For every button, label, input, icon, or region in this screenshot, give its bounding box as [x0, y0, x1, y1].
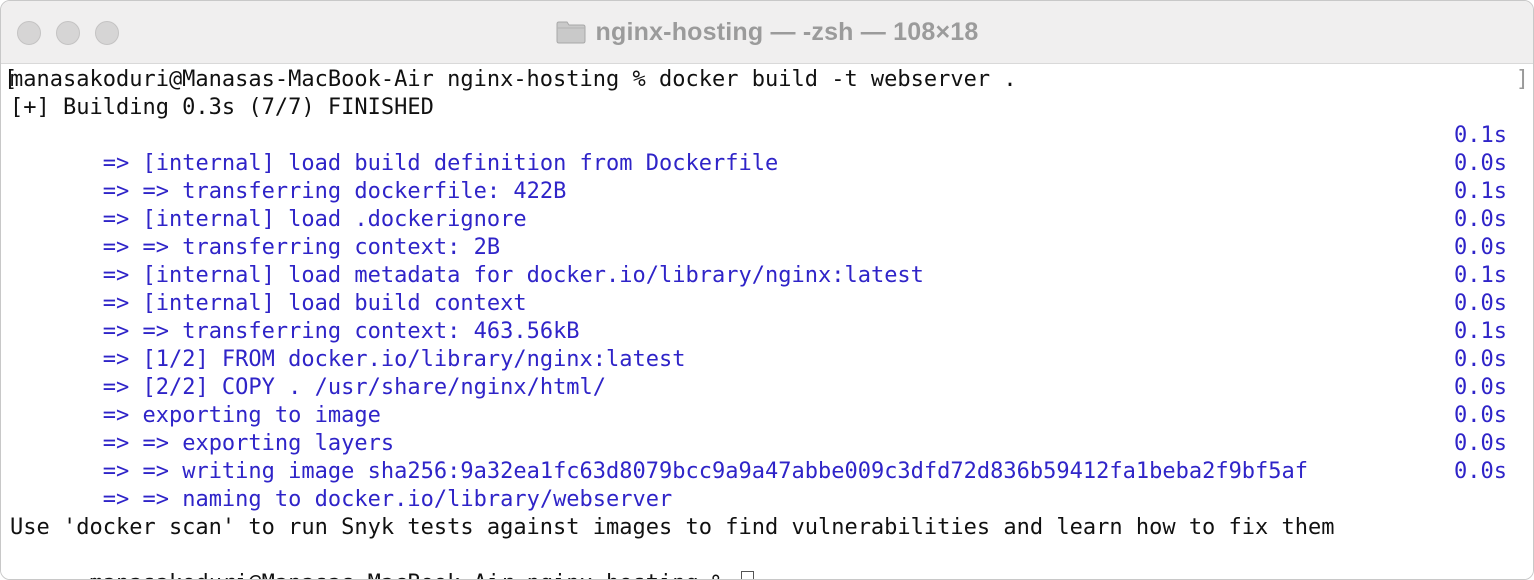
step-time: 0.0s: [1454, 151, 1507, 176]
step-time: 0.0s: [1454, 375, 1507, 400]
step-time: 0.1s: [1454, 123, 1507, 148]
prompt-text: manasakoduri@Manasas-MacBook-Air nginx-h…: [89, 571, 738, 579]
step-time: 0.0s: [1454, 347, 1507, 372]
step-text: => => naming to docker.io/library/webser…: [89, 487, 673, 512]
build-step-line: => [2/2] COPY . /usr/share/nginx/html/0.…: [10, 346, 1507, 400]
step-time: 0.0s: [1454, 207, 1507, 232]
build-step-line: => => transferring dockerfile: 422B 0.0s: [10, 150, 1507, 204]
step-time: 0.0s: [1454, 291, 1507, 316]
build-step-line: => [internal] load .dockerignore 0.1s: [10, 178, 1507, 232]
docker-scan-hint: Use 'docker scan' to run Snyk tests agai…: [10, 515, 1335, 540]
terminal-content[interactable]: [ ] manasakoduri@Manasas-MacBook-Air ngi…: [1, 64, 1533, 579]
step-time: 0.1s: [1454, 263, 1507, 288]
step-time: 0.0s: [1454, 235, 1507, 260]
prompt-line[interactable]: manasakoduri@Manasas-MacBook-Air nginx-h…: [10, 542, 1507, 579]
build-step-line: => => writing image sha256:9a32ea1fc63d8…: [10, 430, 1507, 484]
step-time: 0.0s: [1454, 459, 1507, 484]
folder-icon: [556, 20, 586, 44]
window-title: nginx-hosting — -zsh — 108×18: [595, 17, 979, 46]
command-line: manasakoduri@Manasas-MacBook-Air nginx-h…: [10, 67, 1017, 92]
title-bar[interactable]: nginx-hosting — -zsh — 108×18: [1, 1, 1533, 64]
mark-bracket-right: ]: [1515, 67, 1529, 92]
step-time: 0.0s: [1454, 431, 1507, 456]
step-time: 0.1s: [1454, 319, 1507, 344]
window-title-group: nginx-hosting — -zsh — 108×18: [1, 17, 1533, 47]
step-time: 0.1s: [1454, 179, 1507, 204]
build-step-line: => [1/2] FROM docker.io/library/nginx:la…: [10, 318, 1507, 372]
build-step-line: => [internal] load build context 0.1s: [10, 262, 1507, 316]
build-step-line: => exporting to image 0.0s: [10, 374, 1507, 428]
build-step-line: => => transferring context: 463.56kB 0.0s: [10, 290, 1507, 344]
build-step-line: => => naming to docker.io/library/webser…: [10, 458, 1507, 512]
terminal-window: nginx-hosting — -zsh — 108×18 [ ] manasa…: [0, 0, 1534, 580]
build-step-line: => => transferring context: 2B 0.0s: [10, 206, 1507, 260]
building-status-line: [+] Building 0.3s (7/7) FINISHED: [10, 95, 434, 120]
build-step-line: => [internal] load build definition from…: [10, 122, 1507, 176]
step-time: 0.0s: [1454, 403, 1507, 428]
build-step-line: => [internal] load metadata for docker.i…: [10, 234, 1507, 288]
text-cursor[interactable]: [740, 571, 754, 579]
build-step-line: => => exporting layers 0.0s: [10, 402, 1507, 456]
